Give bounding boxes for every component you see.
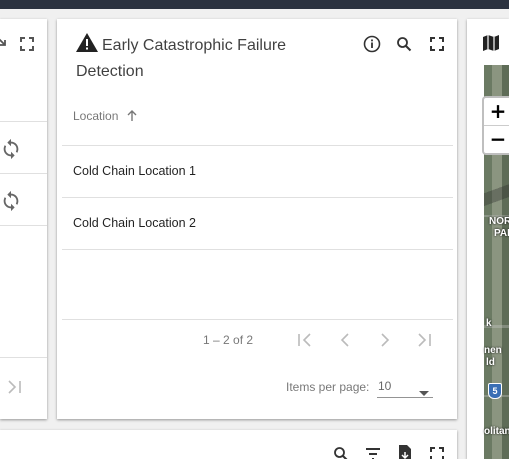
previous-page-icon[interactable] [335,330,355,350]
zoom-controls: + − [482,96,509,155]
map-card: RI H NORT PAR k nen ld olitan 5 + − [467,19,509,459]
refresh-icon[interactable] [0,138,22,160]
paginator-divider [62,319,453,320]
map-label: k [486,318,492,329]
refresh-icon[interactable] [0,190,22,212]
export-file-icon[interactable] [397,444,413,459]
map-icon[interactable] [482,34,500,52]
search-icon[interactable] [396,36,412,52]
location-cell: Cold Chain Location 1 [73,164,196,178]
items-per-page-select[interactable]: 10 [377,376,433,398]
warning-icon [76,33,98,60]
zoom-out-button[interactable]: − [484,126,509,153]
table-row[interactable]: Cold Chain Location 1 [73,164,196,178]
collapse-icon[interactable] [0,36,10,50]
filter-icon[interactable] [365,447,381,459]
map-label: PAR [494,228,509,239]
row-divider [62,249,453,250]
row-divider [0,173,47,174]
map-label: olitan [484,426,509,437]
select-underline [377,397,433,398]
row-divider [62,197,453,198]
last-page-icon[interactable] [415,330,435,350]
column-header-label: Location [73,109,119,123]
map-label: NORT [489,216,509,227]
fullscreen-icon[interactable] [430,447,444,459]
column-header-location[interactable]: Location [73,109,138,125]
fullscreen-icon[interactable] [20,37,34,51]
sort-arrow-up-icon[interactable] [126,109,138,125]
last-page-icon[interactable] [5,377,25,397]
info-icon[interactable] [363,35,381,53]
table-row[interactable]: Cold Chain Location 2 [73,216,196,230]
paginator-range-label: 1 – 2 of 2 [203,333,254,347]
map-label: ld [486,357,495,368]
left-widget-card [0,19,47,419]
next-page-icon[interactable] [375,330,395,350]
search-icon[interactable] [333,446,349,459]
dropdown-arrow-icon [419,384,429,402]
header-divider [62,145,453,146]
items-per-page-value: 10 [378,379,392,393]
failure-detection-card: Early Catastrophic Failure Detection Loc… [57,19,457,419]
card-title-text: Early Catastrophic Failure Detection [76,37,287,80]
app-top-bar [0,0,509,9]
zoom-in-button[interactable]: + [484,98,509,125]
row-divider [0,121,47,122]
first-page-icon[interactable] [295,330,315,350]
bottom-widget-card [0,430,457,459]
items-per-page-label: Items per page: [286,380,370,394]
card-title: Early Catastrophic Failure Detection [76,33,336,84]
row-divider [0,225,47,226]
map-label: nen [484,345,502,356]
paginator-divider [0,357,47,358]
highway-shield: 5 [488,383,502,399]
fullscreen-icon[interactable] [430,37,444,51]
location-cell: Cold Chain Location 2 [73,216,196,230]
